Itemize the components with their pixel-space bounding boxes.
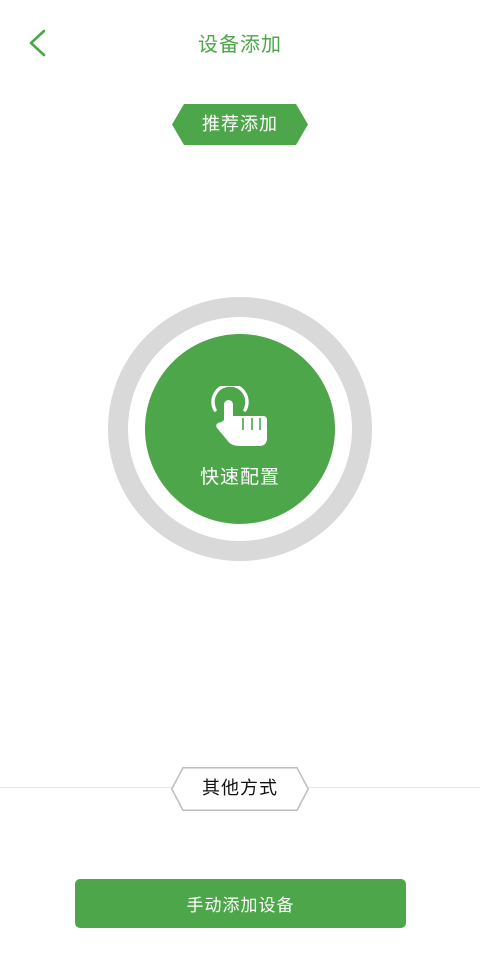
- recommend-badge: 推荐添加: [172, 104, 308, 145]
- quick-config-button[interactable]: 快速配置: [145, 334, 335, 524]
- other-methods-button[interactable]: 其他方式: [171, 767, 309, 811]
- quick-config-label: 快速配置: [199, 466, 280, 488]
- page-title: 设备添加: [198, 32, 282, 56]
- touch-hand-icon: [211, 386, 267, 446]
- other-methods-label: 其他方式: [202, 778, 278, 799]
- header-bar: 设备添加: [0, 0, 480, 84]
- recommend-label: 推荐添加: [202, 114, 278, 135]
- manual-add-button[interactable]: 手动添加设备: [75, 879, 406, 928]
